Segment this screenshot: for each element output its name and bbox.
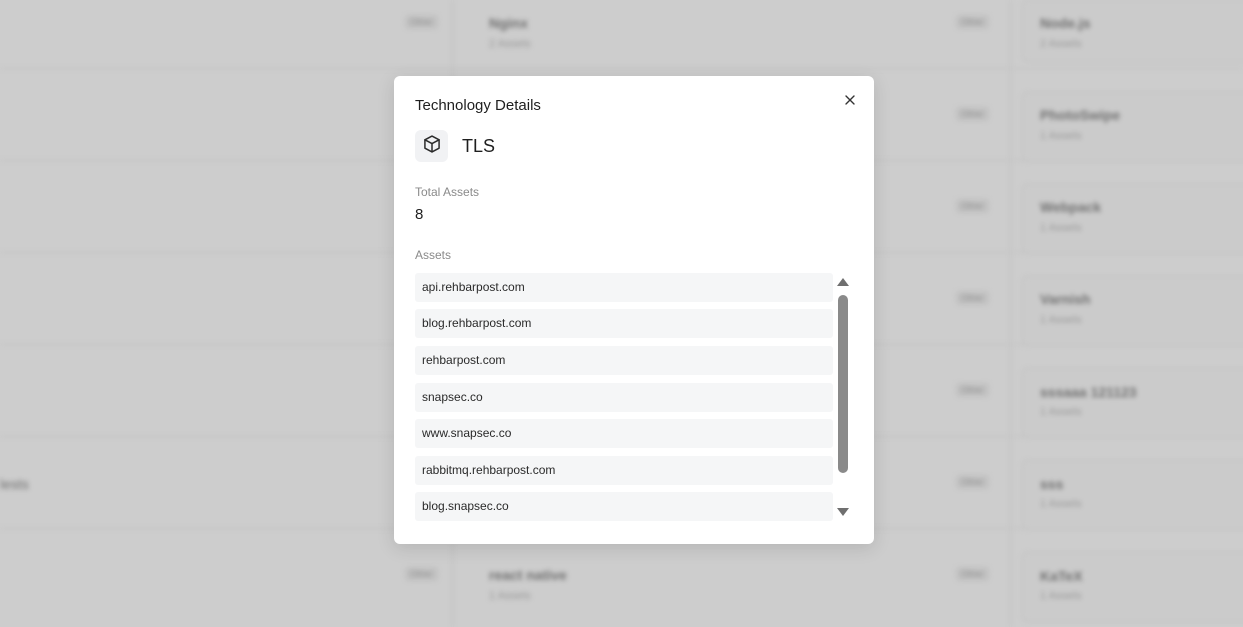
total-assets-label: Total Assets <box>415 185 480 199</box>
assets-scrollbar[interactable] <box>836 276 850 519</box>
scroll-down-arrow-icon[interactable] <box>837 508 849 516</box>
asset-item[interactable]: www.snapsec.co <box>415 419 833 448</box>
modal-title: Technology Details <box>415 97 541 114</box>
total-assets-value: 8 <box>415 206 424 223</box>
asset-item[interactable]: blog.snapsec.co <box>415 492 833 521</box>
close-icon <box>845 92 855 110</box>
asset-item[interactable]: api.rehbarpost.com <box>415 273 833 302</box>
asset-item[interactable]: rabbitmq.rehbarpost.com <box>415 456 833 485</box>
technology-details-modal: Technology Details TLS Total Assets 8 As… <box>394 76 874 544</box>
asset-item[interactable]: blog.rehbarpost.com <box>415 309 833 338</box>
asset-item[interactable]: snapsec.co <box>415 383 833 412</box>
technology-name: TLS <box>462 136 496 156</box>
technology-icon-box <box>415 130 448 162</box>
assets-list[interactable]: api.rehbarpost.com blog.rehbarpost.com r… <box>415 273 833 523</box>
asset-item[interactable]: rehbarpost.com <box>415 346 833 375</box>
scroll-up-arrow-icon[interactable] <box>837 278 849 286</box>
scrollbar-thumb[interactable] <box>838 295 848 473</box>
cube-icon <box>422 134 442 159</box>
assets-label: Assets <box>415 248 452 262</box>
close-button[interactable] <box>842 93 858 109</box>
